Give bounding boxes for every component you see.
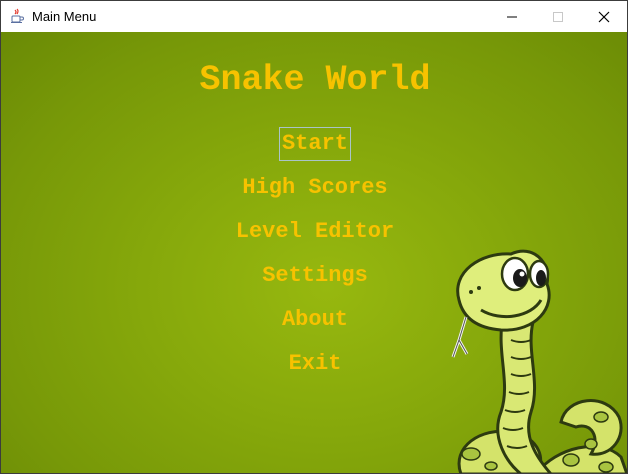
menu-label-start[interactable]: Start (278, 127, 351, 161)
menu-label-high-scores[interactable]: High Scores (239, 171, 390, 205)
minimize-icon (507, 16, 517, 17)
game-title: Snake World (199, 60, 431, 100)
minimize-button[interactable] (489, 1, 535, 32)
menu-panel: Snake World Start High Scores Level Edit… (1, 32, 627, 473)
snake-body (496, 315, 553, 473)
menu-label-level-editor[interactable]: Level Editor (233, 215, 397, 249)
java-cup-icon (11, 8, 24, 23)
close-icon (598, 11, 610, 22)
close-button[interactable] (581, 1, 627, 32)
window-title: Main Menu (32, 9, 97, 24)
main-menu-window: Main Menu Snake World Start High Scores (0, 0, 628, 474)
menu-label-exit[interactable]: Exit (286, 347, 345, 381)
maximize-button[interactable] (535, 1, 581, 32)
menu-label-settings[interactable]: Settings (259, 259, 371, 293)
snake-mascot-image (451, 249, 627, 473)
menu-label-about[interactable]: About (279, 303, 351, 337)
title-bar[interactable]: Main Menu (1, 1, 627, 32)
maximize-icon (553, 11, 563, 22)
menu-item-start[interactable]: Start (1, 127, 627, 161)
menu-item-high-scores[interactable]: High Scores (1, 171, 627, 205)
